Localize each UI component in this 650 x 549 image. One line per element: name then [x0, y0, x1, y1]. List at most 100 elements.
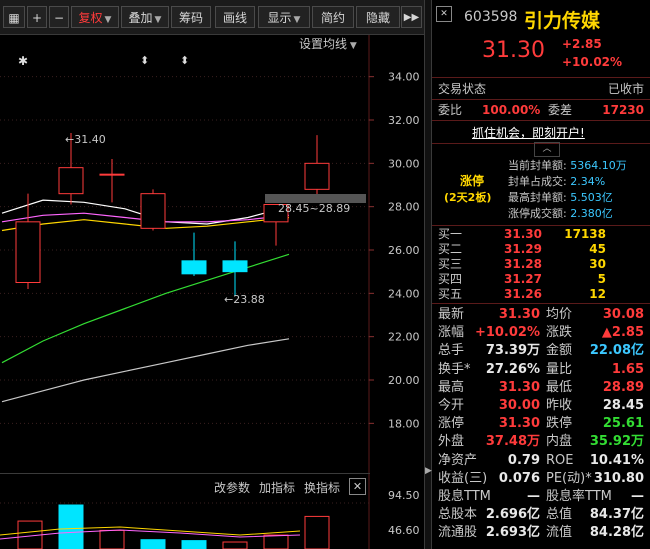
high-annotation: ←31.40 [65, 133, 106, 146]
chevron-down-icon: ▼ [104, 15, 112, 25]
stat-value: 0.076 [498, 470, 540, 486]
display-button[interactable]: 显示 ▼ [258, 6, 310, 28]
zoom-out-button[interactable]: − [49, 6, 69, 28]
quote-panel: ✕ 603598 引力传媒 31.30 +2.85 +10.02% 交易状态 已… [432, 0, 650, 549]
stat-value: — [527, 489, 540, 504]
stat-value: 27.26% [485, 361, 540, 377]
edit-params-button[interactable]: 改参数 [214, 479, 250, 496]
stat-value: 28.89 [602, 379, 644, 395]
stat-value: 0.79 [507, 452, 540, 468]
overlay-button[interactable]: 叠加 ▼ [121, 6, 169, 28]
kline-chart[interactable]: 34.00 32.00 30.00 28.00 26.00 24.00 22.00 20.00… [0, 35, 424, 549]
fuquan-button[interactable]: 复权 ▼ [71, 6, 119, 28]
bid-row[interactable]: 买五 31.26 12 [432, 287, 650, 302]
divider [432, 303, 650, 304]
chevron-down-icon: ▼ [293, 15, 301, 25]
marker-arrow-icon: ⬍ [180, 54, 190, 67]
price-tick-label: 30.00 [388, 157, 420, 170]
limit-row-value: 5.503亿 [570, 191, 613, 204]
stat-label: 涨跌 [546, 325, 573, 341]
limit-up-title: 涨停 [460, 174, 485, 188]
open-account-link[interactable]: 抓住机会，即刻开户! [472, 124, 585, 141]
panel-splitter[interactable]: ▶ [424, 0, 432, 549]
stat-label: 总股本 [438, 507, 478, 523]
close-icon[interactable]: ✕ [349, 478, 366, 495]
stat-label: 流通股 [438, 525, 478, 541]
stat-label: 金额 [546, 343, 573, 359]
zoom-in-button[interactable]: + [27, 6, 47, 28]
weibi-row: 委比 100.00% 委差 17230 [432, 101, 650, 119]
bid-volume: 17138 [564, 227, 606, 241]
limit-row-label: 最高封单额: [508, 191, 567, 204]
stat-row: 最新 31.30 均价 30.08 [432, 306, 650, 324]
divider [432, 120, 650, 121]
stat-row: 最高 31.30 最低 28.89 [432, 379, 650, 397]
stat-value: — [631, 489, 644, 504]
price-tick-label: 32.00 [388, 114, 420, 127]
weibi-value: 100.00% [482, 103, 541, 117]
chips-button[interactable]: 筹码 [171, 6, 211, 28]
limit-row-value: 2.380亿 [570, 207, 613, 220]
bid-row[interactable]: 买四 31.27 5 [432, 272, 650, 287]
volume-bar [222, 541, 248, 549]
stat-row: 收益(三) 0.076 PE(动)* 310.80 [432, 470, 650, 488]
hide-button[interactable]: 隐藏 [356, 6, 400, 28]
trade-status-value: 已收市 [607, 82, 644, 96]
bid-label: 买五 [438, 287, 463, 301]
stat-value: 310.80 [593, 470, 644, 486]
draw-line-button[interactable]: 画线 [215, 6, 255, 28]
stat-label: 流值 [546, 525, 573, 541]
bid-price: 31.27 [504, 272, 542, 286]
simple-button[interactable]: 简约 [312, 6, 354, 28]
stat-label: 最新 [438, 307, 465, 322]
divider [0, 473, 370, 474]
close-panel-icon[interactable]: ✕ [436, 6, 452, 22]
divider [432, 225, 650, 226]
stat-row: 总股本 2.696亿 总值 84.37亿 [432, 506, 650, 524]
collapse-up-icon[interactable]: ︿ [534, 142, 560, 157]
volume-bar [58, 504, 84, 549]
more-button[interactable]: ▶▶ [401, 6, 422, 28]
stat-label: 最高 [438, 379, 465, 395]
stat-row: 换手* 27.26% 量比 1.65 [432, 361, 650, 379]
price-tick-label: 34.00 [388, 71, 420, 84]
bid-row[interactable]: 买三 31.28 30 [432, 257, 650, 272]
collapse-icon[interactable]: ▶ [425, 466, 432, 476]
stat-label: 股息TTM [438, 489, 491, 504]
stock-name: 引力传媒 [524, 10, 601, 32]
limit-row-value: 5364.10万 [570, 159, 627, 172]
price-tick-label: 26.00 [388, 244, 420, 257]
bid-volume: 5 [597, 272, 606, 286]
bid-row[interactable]: 买二 31.29 45 [432, 242, 650, 257]
stat-row: 涨幅 +10.02% 涨跌 ▲2.85 [432, 324, 650, 342]
bid-volume: 12 [589, 287, 606, 301]
add-indicator-button[interactable]: 加指标 [259, 479, 295, 496]
bid-row[interactable]: 买一 31.30 17138 [432, 227, 650, 242]
volume-bar [99, 529, 125, 549]
candle-body [58, 167, 84, 195]
volume-bar [140, 539, 166, 549]
limit-row-label: 当前封单额: [508, 159, 567, 172]
volume-bar [181, 540, 207, 549]
stat-label: 均价 [546, 307, 573, 322]
price-tick-label: 18.00 [388, 417, 420, 430]
bid-label: 买四 [438, 272, 463, 286]
stat-label: 股息率TTM [546, 489, 612, 504]
stat-label: 总值 [546, 507, 573, 523]
stat-value: 31.30 [498, 379, 540, 395]
limit-row: 封单占成交: 2.34% [508, 174, 648, 190]
stat-value: 37.48万 [485, 434, 540, 450]
stat-label: 外盘 [438, 434, 465, 450]
weicha-label: 委差 [548, 103, 573, 117]
stat-value: 2.693亿 [485, 525, 540, 541]
change-indicator-button[interactable]: 换指标 [304, 479, 340, 496]
stat-value: ▲2.85 [601, 325, 644, 341]
divider [432, 99, 650, 100]
stat-row: 外盘 37.48万 内盘 35.92万 [432, 433, 650, 451]
ma-settings-link[interactable]: 设置均线 ▼ [299, 35, 357, 52]
kline-svg[interactable]: 34.00 32.00 30.00 28.00 26.00 24.00 22.00 20.00… [0, 35, 424, 549]
bid-price: 31.28 [504, 257, 542, 271]
price-change-pct: +10.02% [562, 55, 623, 69]
stat-row: 流通股 2.693亿 流值 84.28亿 [432, 524, 650, 542]
grid-icon[interactable]: ▦ [3, 6, 25, 28]
